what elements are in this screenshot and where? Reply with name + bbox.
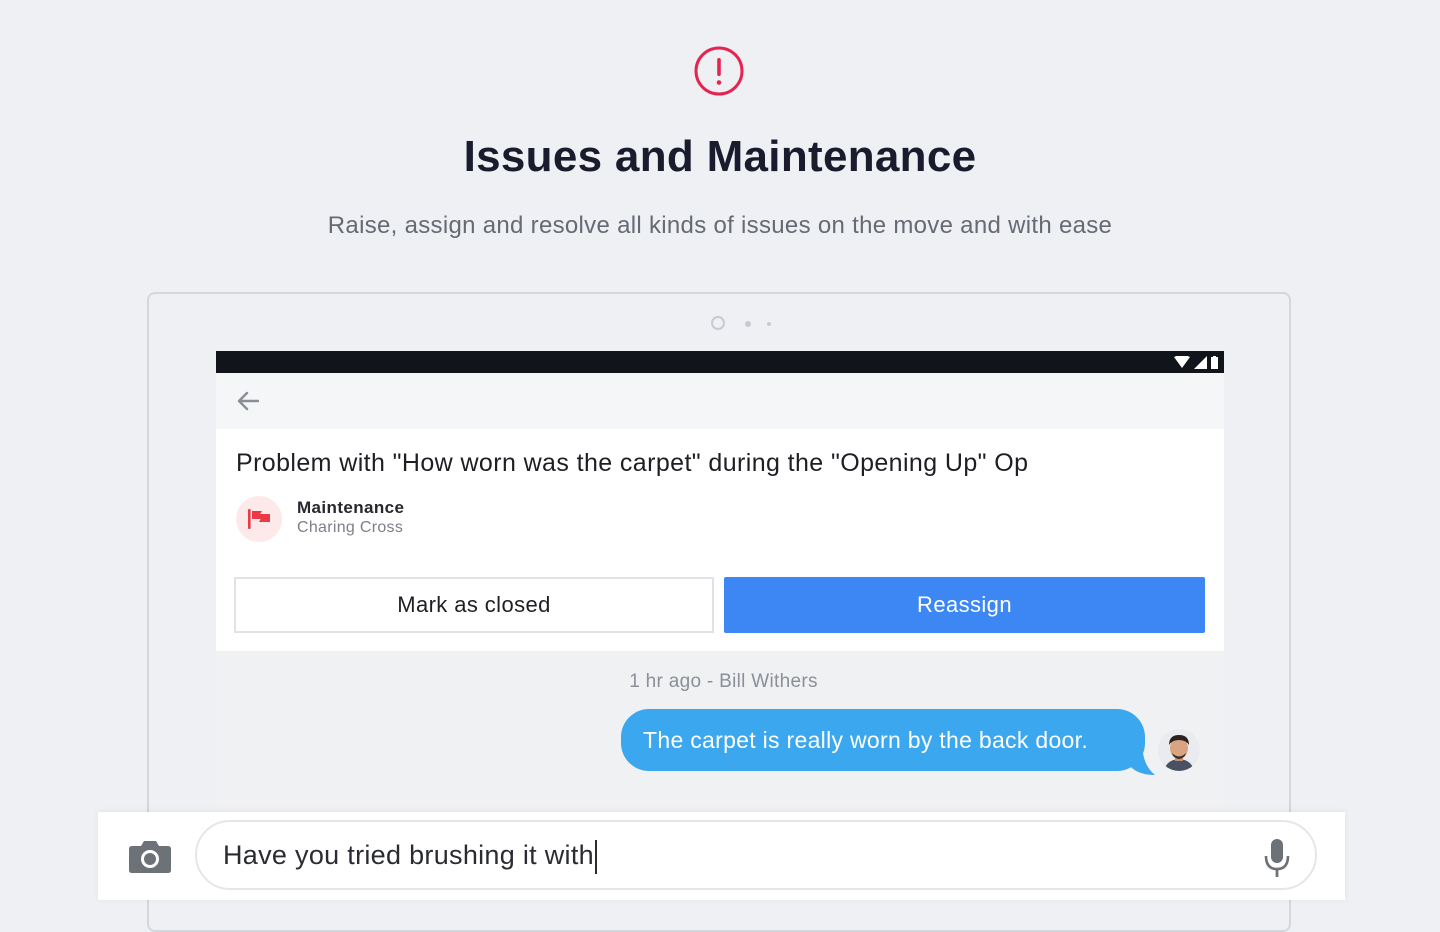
battery-icon	[1211, 355, 1218, 369]
wifi-icon	[1174, 356, 1190, 368]
issue-location: Charing Cross	[297, 519, 404, 536]
chat-message-text: The carpet is really worn by the back do…	[643, 726, 1089, 753]
page-title: Issues and Maintenance	[463, 132, 977, 181]
sensor-dot	[745, 321, 751, 327]
camera-icon[interactable]	[128, 838, 172, 874]
message-composer: Have you tried brushing it with	[98, 812, 1345, 900]
issue-card: Problem with "How worn was the carpet" d…	[216, 429, 1224, 651]
microphone-icon[interactable]	[1263, 838, 1291, 878]
message-input-value[interactable]: Have you tried brushing it with	[223, 840, 597, 874]
reassign-button[interactable]: Reassign	[724, 577, 1205, 633]
avatar	[1158, 729, 1200, 771]
sensor-dot	[767, 322, 771, 326]
flag-icon	[248, 509, 270, 529]
typed-text: Have you tried brushing it with	[223, 840, 594, 871]
chat-bubble: The carpet is really worn by the back do…	[621, 709, 1145, 771]
category-badge	[236, 496, 282, 542]
message-input[interactable]: Have you tried brushing it with	[195, 820, 1317, 890]
device-screen: Problem with "How worn was the carpet" d…	[216, 351, 1224, 821]
status-bar	[216, 351, 1224, 373]
device-camera	[711, 314, 781, 334]
mark-as-closed-button[interactable]: Mark as closed	[234, 577, 714, 633]
issue-title: Problem with "How worn was the carpet" d…	[236, 449, 1029, 477]
issue-category: Maintenance	[297, 498, 405, 517]
text-caret	[594, 840, 597, 874]
back-arrow-icon[interactable]	[234, 387, 264, 415]
page-subtitle: Raise, assign and resolve all kinds of i…	[327, 212, 1113, 239]
message-meta: 1 hr ago - Bill Withers	[629, 671, 818, 692]
bubble-tail	[1129, 753, 1155, 775]
alert-circle-icon	[694, 46, 744, 96]
camera-lens	[711, 316, 725, 330]
app-bar	[216, 373, 1224, 429]
signal-icon	[1194, 355, 1207, 369]
